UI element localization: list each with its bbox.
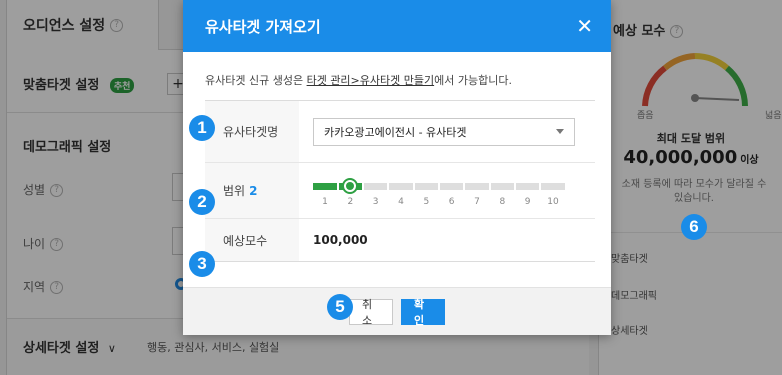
similar-target-select-value: 카카오광고에이전시 - 유사타겟 [324, 125, 467, 139]
slider-tick-label: 1 [322, 196, 328, 207]
callout-badge: 2 [189, 189, 215, 215]
slider-tick-label: 3 [372, 196, 379, 207]
similar-target-name-cell: 카카오광고에이전시 - 유사타겟 [299, 101, 595, 162]
similar-target-modal: 유사타겟 가져오기 ✕ 유사타겟 신규 생성은 타겟 관리>유사타겟 만들기에서… [183, 0, 611, 335]
range-label-cell: 범위 2 [205, 163, 299, 218]
range-row: 범위 2 1 2 3 4 5 6 7 8 9 10 [205, 163, 595, 219]
close-icon[interactable]: ✕ [576, 16, 593, 36]
description-prefix: 유사타겟 신규 생성은 [205, 74, 307, 87]
estimate-cell: 100,000 [299, 219, 595, 261]
slider-tick-label: 7 [474, 196, 480, 207]
modal-footer: 취소 확인 [183, 287, 611, 335]
cancel-button[interactable]: 취소 [349, 298, 393, 327]
similar-target-form: 유사타겟명 카카오광고에이전시 - 유사타겟 범위 2 1 2 3 4 5 6 7 8 9 10 예… [205, 100, 595, 262]
modal-title: 유사타겟 가져오기 [205, 17, 321, 36]
slider-tick-label: 4 [398, 196, 404, 207]
slider-handle[interactable] [342, 177, 359, 194]
slider-segment[interactable] [516, 182, 540, 190]
callout-badge: 5 [327, 294, 353, 320]
slider-tick-label: 10 [547, 196, 559, 207]
slider-segment[interactable] [313, 182, 337, 190]
dropdown-caret-icon [556, 129, 564, 134]
confirm-button[interactable]: 확인 [401, 298, 445, 327]
similar-target-name-row: 유사타겟명 카카오광고에이전시 - 유사타겟 [205, 101, 595, 163]
estimate-value: 100,000 [313, 233, 368, 247]
slider-tick-label: 6 [448, 196, 455, 207]
modal-description: 유사타겟 신규 생성은 타겟 관리>유사타겟 만들기에서 가능합니다. [205, 72, 512, 88]
slider-tick-label: 8 [499, 196, 506, 207]
range-label: 범위 [223, 184, 246, 198]
estimate-row: 예상모수 100,000 [205, 219, 595, 261]
slider-tick-label: 9 [524, 196, 531, 207]
slider-segment[interactable] [440, 182, 464, 190]
range-slider[interactable]: 1 2 3 4 5 6 7 8 9 10 [313, 169, 565, 213]
modal-header: 유사타겟 가져오기 ✕ [183, 0, 611, 52]
range-value: 2 [249, 183, 258, 198]
estimate-label: 예상모수 [205, 219, 299, 261]
slider-segment[interactable] [414, 182, 438, 190]
slider-segment[interactable] [389, 182, 413, 190]
similar-target-name-label: 유사타겟명 [205, 101, 299, 162]
slider-segment[interactable] [465, 182, 489, 190]
callout-badge: 1 [189, 115, 215, 141]
range-slider-cell: 1 2 3 4 5 6 7 8 9 10 [299, 163, 595, 218]
slider-segment[interactable] [364, 182, 388, 190]
slider-tick-label: 2 [347, 196, 354, 207]
target-manage-link[interactable]: 타겟 관리>유사타겟 만들기 [307, 74, 435, 87]
slider-tick-label: 5 [423, 196, 430, 207]
callout-badge: 3 [189, 251, 215, 277]
slider-segment[interactable] [490, 182, 514, 190]
similar-target-select[interactable]: 카카오광고에이전시 - 유사타겟 [313, 117, 575, 146]
description-suffix: 에서 가능합니다. [434, 74, 512, 87]
slider-segment[interactable] [541, 182, 565, 190]
callout-badge: 6 [681, 214, 707, 240]
